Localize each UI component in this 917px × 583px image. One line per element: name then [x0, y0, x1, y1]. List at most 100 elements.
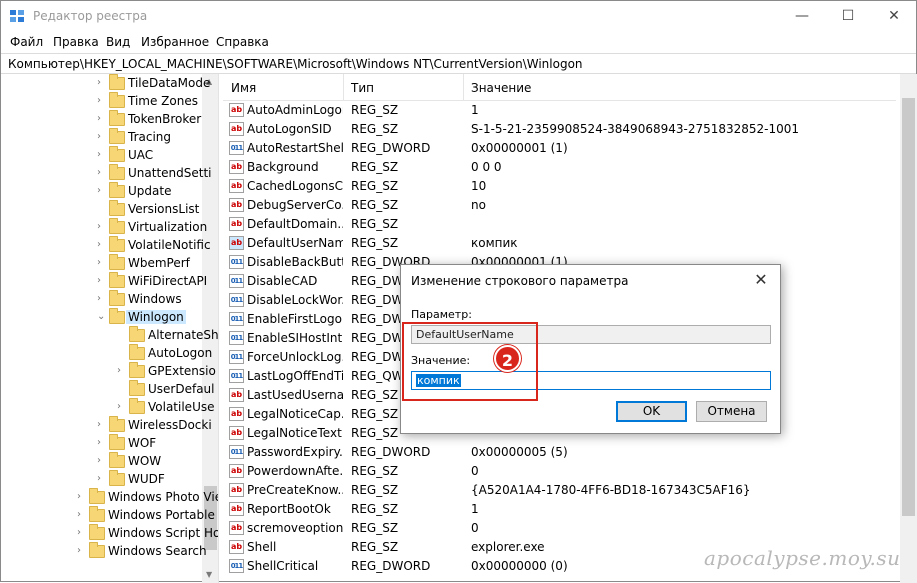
tree-item-label: WUDF — [128, 472, 165, 486]
column-type-header[interactable]: Тип — [351, 81, 374, 95]
chevron-right-icon[interactable]: › — [97, 455, 107, 466]
chevron-right-icon[interactable]: › — [97, 149, 107, 160]
step-number-badge: 2 — [494, 345, 521, 372]
chevron-right-icon[interactable]: › — [97, 113, 107, 124]
chevron-right-icon[interactable]: › — [77, 491, 87, 502]
scroll-down-arrow-icon[interactable]: ▼ — [206, 570, 212, 579]
menu-view[interactable]: Вид — [106, 35, 130, 49]
key-tree-pane[interactable]: ▲ ▼ › TileDataMode › Time Zones › TokenBroker… — [1, 74, 219, 583]
value-row[interactable]: 011 PasswordExpiry... REG_DWORD 0x00000005 … — [223, 443, 896, 462]
binary-value-icon: 011 — [229, 350, 244, 364]
value-row[interactable]: ab ReportBootOk REG_SZ 1 — [223, 500, 896, 519]
list-scrollbar[interactable] — [900, 74, 917, 583]
value-row[interactable]: ab Background REG_SZ 0 0 0 — [223, 158, 896, 177]
dialog-close-icon[interactable]: ✕ — [749, 269, 773, 291]
value-name: DisableBackButt... — [247, 255, 343, 269]
binary-value-icon: 011 — [229, 255, 244, 269]
value-type: REG_SZ — [351, 540, 399, 554]
value-row[interactable]: ab DefaultDomain... REG_SZ — [223, 215, 896, 234]
value-data: 0x00000005 (5) — [471, 445, 568, 459]
chevron-right-icon[interactable]: › — [97, 275, 107, 286]
value-row[interactable]: ab PreCreateKnow... REG_SZ {A520A1A4-1780-4… — [223, 481, 896, 500]
value-data: no — [471, 198, 486, 212]
folder-icon — [129, 344, 145, 360]
folder-icon — [109, 452, 125, 468]
tree-item-label: Time Zones — [128, 94, 198, 108]
chevron-right-icon[interactable]: › — [77, 509, 87, 520]
chevron-right-icon[interactable]: › — [77, 527, 87, 538]
menu-file[interactable]: Файл — [10, 35, 43, 49]
folder-icon — [89, 524, 105, 540]
folder-icon — [109, 110, 125, 126]
folder-icon — [109, 308, 125, 324]
chevron-right-icon[interactable]: › — [97, 95, 107, 106]
tree-item-label: WOW — [128, 454, 162, 468]
value-name: PreCreateKnow... — [247, 483, 343, 497]
chevron-right-icon[interactable]: › — [97, 77, 107, 88]
tree-item-label: Update — [128, 184, 172, 198]
chevron-right-icon[interactable]: › — [97, 293, 107, 304]
maximize-button[interactable]: ☐ — [825, 1, 871, 32]
tree-item-label: Windows Script Hos — [108, 526, 219, 540]
address-path[interactable]: Компьютер\HKEY_LOCAL_MACHINE\SOFTWARE\Mi… — [8, 57, 583, 71]
chevron-down-icon[interactable]: ⌄ — [97, 311, 107, 322]
value-row[interactable]: ab AutoAdminLogon REG_SZ 1 — [223, 101, 896, 120]
value-data: {A520A1A4-1780-4FF6-BD18-167343C5AF16} — [471, 483, 751, 497]
value-type: REG_SZ — [351, 521, 399, 535]
value-type: REG_SZ — [351, 483, 399, 497]
value-row[interactable]: ab AutoLogonSID REG_SZ S-1-5-21-2359908524-… — [223, 120, 896, 139]
chevron-right-icon[interactable]: › — [97, 131, 107, 142]
value-row[interactable]: ab DefaultUserName REG_SZ компик — [223, 234, 896, 253]
value-name: Background — [247, 160, 319, 174]
value-type: REG_SZ — [351, 464, 399, 478]
chevron-right-icon[interactable]: › — [97, 239, 107, 250]
tree-item-label: AutoLogon — [148, 346, 213, 360]
menu-edit[interactable]: Правка — [53, 35, 99, 49]
close-button[interactable]: ✕ — [871, 1, 917, 32]
list-header: Имя Тип Значение — [223, 74, 896, 101]
value-name: DefaultDomain... — [247, 217, 343, 231]
value-type: REG_SZ — [351, 160, 399, 174]
chevron-right-icon[interactable]: › — [97, 167, 107, 178]
chevron-right-icon[interactable]: › — [77, 545, 87, 556]
folder-icon — [129, 380, 145, 396]
value-name: EnableFirstLogo... — [247, 312, 343, 326]
value-type: REG_SZ — [351, 122, 399, 136]
menu-favorites[interactable]: Избранное — [141, 35, 209, 49]
tree-item-label: Tracing — [128, 130, 172, 144]
value-name: EnableSIHostInt... — [247, 331, 343, 345]
chevron-right-icon[interactable]: › — [97, 257, 107, 268]
address-bar[interactable]: Компьютер\HKEY_LOCAL_MACHINE\SOFTWARE\Mi… — [1, 53, 916, 74]
value-data: S-1-5-21-2359908524-3849068943-275183285… — [471, 122, 800, 136]
chevron-right-icon[interactable]: › — [97, 473, 107, 484]
menu-bar: Файл Правка Вид Избранное Справка — [1, 32, 916, 53]
folder-icon — [109, 74, 125, 90]
chevron-right-icon[interactable]: › — [117, 365, 127, 376]
list-scroll-thumb[interactable] — [902, 98, 915, 516]
value-row[interactable]: ab DebugServerCo... REG_SZ no — [223, 196, 896, 215]
watermark: apocalypse.moy.su — [704, 546, 901, 570]
value-row[interactable]: abCachedLogonsC... REG_SZ 10 — [223, 177, 896, 196]
string-value-icon: ab — [229, 217, 244, 231]
minimize-button[interactable]: — — [779, 1, 825, 32]
value-row[interactable]: 011 AutoRestartShell REG_DWORD 0x00000001 (… — [223, 139, 896, 158]
value-data: 1 — [471, 103, 479, 117]
column-data-header[interactable]: Значение — [471, 81, 531, 95]
menu-help[interactable]: Справка — [216, 35, 269, 49]
chevron-right-icon[interactable]: › — [97, 419, 107, 430]
string-value-icon: ab — [229, 502, 244, 516]
value-row[interactable]: ab scremoveoption REG_SZ 0 — [223, 519, 896, 538]
registry-editor-window: Редактор реестра — ☐ ✕ Файл Правка Вид И… — [0, 0, 917, 583]
chevron-right-icon[interactable]: › — [117, 401, 127, 412]
chevron-right-icon[interactable]: › — [97, 185, 107, 196]
value-row[interactable]: ab PowerdownAfte... REG_SZ 0 — [223, 462, 896, 481]
ok-button[interactable]: OK — [616, 401, 687, 422]
chevron-right-icon[interactable]: › — [97, 437, 107, 448]
value-name: LastUsedUserna... — [247, 388, 343, 402]
binary-value-icon: 011 — [229, 559, 244, 573]
column-name-header[interactable]: Имя — [231, 81, 256, 95]
tree-item-label: Windows Portable D — [108, 508, 219, 522]
cancel-button[interactable]: Отмена — [696, 401, 767, 422]
chevron-right-icon[interactable]: › — [97, 221, 107, 232]
value-data: 1 — [471, 502, 479, 516]
